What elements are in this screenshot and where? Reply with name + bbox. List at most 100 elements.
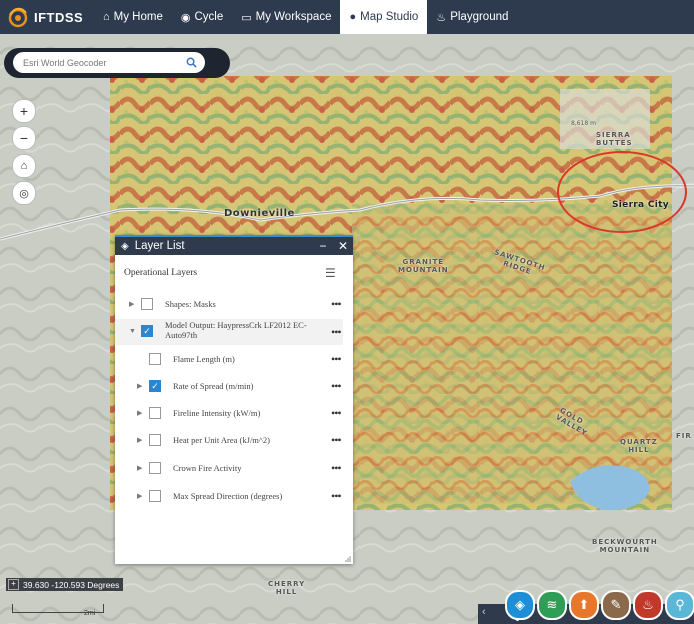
- app-name: IFTDSS: [34, 9, 84, 25]
- dock-previous-icon[interactable]: ‹: [482, 606, 486, 618]
- expand-arrow-icon[interactable]: ▶: [137, 464, 142, 472]
- layer-menu-button[interactable]: •••: [331, 325, 342, 340]
- layer-label: Crown Fire Activity: [173, 463, 242, 473]
- basemap-icon: ≋: [546, 597, 558, 612]
- expand-arrow-icon[interactable]: ▶: [137, 382, 142, 390]
- search-input[interactable]: [21, 54, 175, 72]
- map-label-sierra-buttes: SIERRA BUTTES: [596, 131, 633, 147]
- layer-row-heat-per-unit-area[interactable]: ▶ Heat per Unit Area (kJ/m^2) •••: [115, 430, 353, 450]
- map-label-fir: FIR: [676, 432, 692, 440]
- map-label-downieville: Downieville: [224, 208, 295, 219]
- map-label-beckwourth-mountain: BECKWOURTH MOUNTAIN: [592, 538, 658, 554]
- map-label-quartz-hill: QUARTZ HILL: [620, 438, 658, 454]
- coordinate-display: + 39.630 -120.593 Degrees: [6, 578, 124, 591]
- layer-label: Fireline Intensity (kW/m): [173, 408, 261, 418]
- expand-arrow-icon[interactable]: ▶: [137, 436, 142, 444]
- layer-checkbox-shapes-masks[interactable]: [141, 298, 153, 310]
- map-label-sierra-city: Sierra City: [612, 200, 669, 210]
- map-label-elevation: 8,618 m: [571, 120, 596, 127]
- layer-checkbox-max-spread-direction[interactable]: [149, 490, 161, 502]
- layer-menu-button[interactable]: •••: [331, 489, 342, 504]
- map-label-granite-mountain: GRANITE MOUNTAIN: [398, 258, 449, 274]
- layer-label: Heat per Unit Area (kJ/m^2): [173, 435, 270, 445]
- expand-arrow-icon[interactable]: ▶: [129, 300, 134, 308]
- operational-layers-header: Operational Layers ☰: [115, 255, 353, 291]
- plus-icon: +: [19, 103, 29, 119]
- layer-row-flame-length[interactable]: Flame Length (m) •••: [115, 349, 353, 369]
- layer-row-model-output[interactable]: ▼ ✓ Model Output: HaypressCrk LF2012 EC-…: [115, 319, 343, 345]
- layer-label: Rate of Spread (m/min): [173, 381, 254, 391]
- layer-row-crown-fire-activity[interactable]: ▶ Crown Fire Activity •••: [115, 458, 353, 478]
- layer-label: Flame Length (m): [173, 354, 235, 364]
- layer-checkbox-fireline-intensity[interactable]: [149, 407, 161, 419]
- layer-list-panel: ◈ Layer List − ✕ Operational Layers ☰ ▶ …: [115, 235, 353, 564]
- layer-options-icon[interactable]: ☰: [325, 266, 345, 281]
- globe-icon: ●: [349, 11, 357, 23]
- layer-menu-button[interactable]: •••: [331, 297, 342, 312]
- nav-cycle[interactable]: ◉ Cycle: [172, 0, 232, 34]
- fire-icon: ♨: [642, 597, 654, 612]
- locate-icon: ◎: [19, 187, 29, 200]
- search-icon: [186, 57, 197, 68]
- layer-checkbox-model-output[interactable]: ✓: [141, 325, 153, 337]
- top-navigation-bar: IFTDSS ⌂ My Home ◉ Cycle ▭ My Workspace …: [0, 0, 694, 34]
- layer-checkbox-rate-of-spread[interactable]: ✓: [149, 380, 161, 392]
- home-icon: ⌂: [103, 11, 110, 23]
- home-extent-button[interactable]: ⌂: [12, 154, 36, 178]
- layer-menu-button[interactable]: •••: [331, 433, 342, 448]
- layer-row-max-spread-direction[interactable]: ▶ Max Spread Direction (degrees) •••: [115, 486, 353, 506]
- search-widget: [4, 48, 230, 78]
- edit-icon: ✎: [610, 597, 622, 612]
- fire-widget-button[interactable]: ♨: [633, 590, 663, 620]
- layer-checkbox-crown-fire-activity[interactable]: [149, 462, 161, 474]
- minimize-button[interactable]: −: [313, 239, 333, 253]
- crosshair-icon[interactable]: +: [8, 579, 19, 590]
- layer-label: Shapes: Masks: [165, 299, 216, 309]
- layer-menu-button[interactable]: •••: [331, 406, 342, 421]
- layer-menu-button[interactable]: •••: [331, 352, 342, 367]
- close-button[interactable]: ✕: [333, 239, 353, 253]
- layers-icon: ◈: [121, 240, 129, 252]
- home-icon: ⌂: [20, 160, 28, 172]
- resize-handle-icon[interactable]: [345, 556, 351, 562]
- upload-icon: ⬆: [578, 597, 590, 612]
- layer-checkbox-flame-length[interactable]: [149, 353, 161, 365]
- active-indicator: [516, 618, 519, 621]
- map-label-cherry-hill: CHERRY HILL: [268, 580, 306, 596]
- nav-my-home[interactable]: ⌂ My Home: [94, 0, 172, 34]
- location-icon: ⚲: [675, 597, 685, 612]
- nav-cycle-label: Cycle: [194, 11, 224, 23]
- layer-list-widget-button[interactable]: ◈: [505, 590, 535, 620]
- layer-checkbox-heat-per-unit-area[interactable]: [149, 434, 161, 446]
- locate-button[interactable]: ◎: [12, 181, 36, 205]
- expand-arrow-icon[interactable]: ▶: [137, 492, 142, 500]
- collapse-arrow-icon[interactable]: ▼: [129, 327, 136, 335]
- search-button[interactable]: [181, 54, 201, 71]
- zoom-out-button[interactable]: −: [12, 126, 36, 150]
- nav-my-workspace[interactable]: ▭ My Workspace: [232, 0, 340, 34]
- layer-menu-button[interactable]: •••: [331, 379, 342, 394]
- layer-row-shapes-masks[interactable]: ▶ Shapes: Masks •••: [115, 294, 353, 314]
- nav-playground-label: Playground: [450, 11, 509, 23]
- layer-list-header: ◈ Layer List − ✕: [115, 237, 353, 255]
- location-widget-button[interactable]: ⚲: [665, 590, 694, 620]
- cycle-icon: ◉: [180, 11, 191, 24]
- upload-widget-button[interactable]: ⬆: [569, 590, 599, 620]
- basemap-widget-button[interactable]: ≋: [537, 590, 567, 620]
- edit-widget-button[interactable]: ✎: [601, 590, 631, 620]
- layer-row-rate-of-spread[interactable]: ▶ ✓ Rate of Spread (m/min) •••: [115, 376, 353, 396]
- layer-row-fireline-intensity[interactable]: ▶ Fireline Intensity (kW/m) •••: [115, 403, 353, 423]
- nav-playground[interactable]: ♨ Playground: [427, 0, 517, 34]
- expand-arrow-icon[interactable]: ▶: [137, 409, 142, 417]
- minus-icon: −: [19, 130, 29, 146]
- nav-my-workspace-label: My Workspace: [255, 11, 332, 23]
- app-logo[interactable]: IFTDSS: [0, 5, 94, 29]
- layer-list-icon: ◈: [515, 597, 525, 612]
- coordinate-text: 39.630 -120.593 Degrees: [23, 579, 120, 590]
- iftdss-logo-icon: [8, 7, 28, 28]
- layer-menu-button[interactable]: •••: [331, 461, 342, 476]
- nav-map-studio[interactable]: ● Map Studio: [340, 0, 428, 34]
- layer-label: Max Spread Direction (degrees): [173, 491, 283, 501]
- search-box: [13, 52, 205, 73]
- zoom-in-button[interactable]: +: [12, 99, 36, 123]
